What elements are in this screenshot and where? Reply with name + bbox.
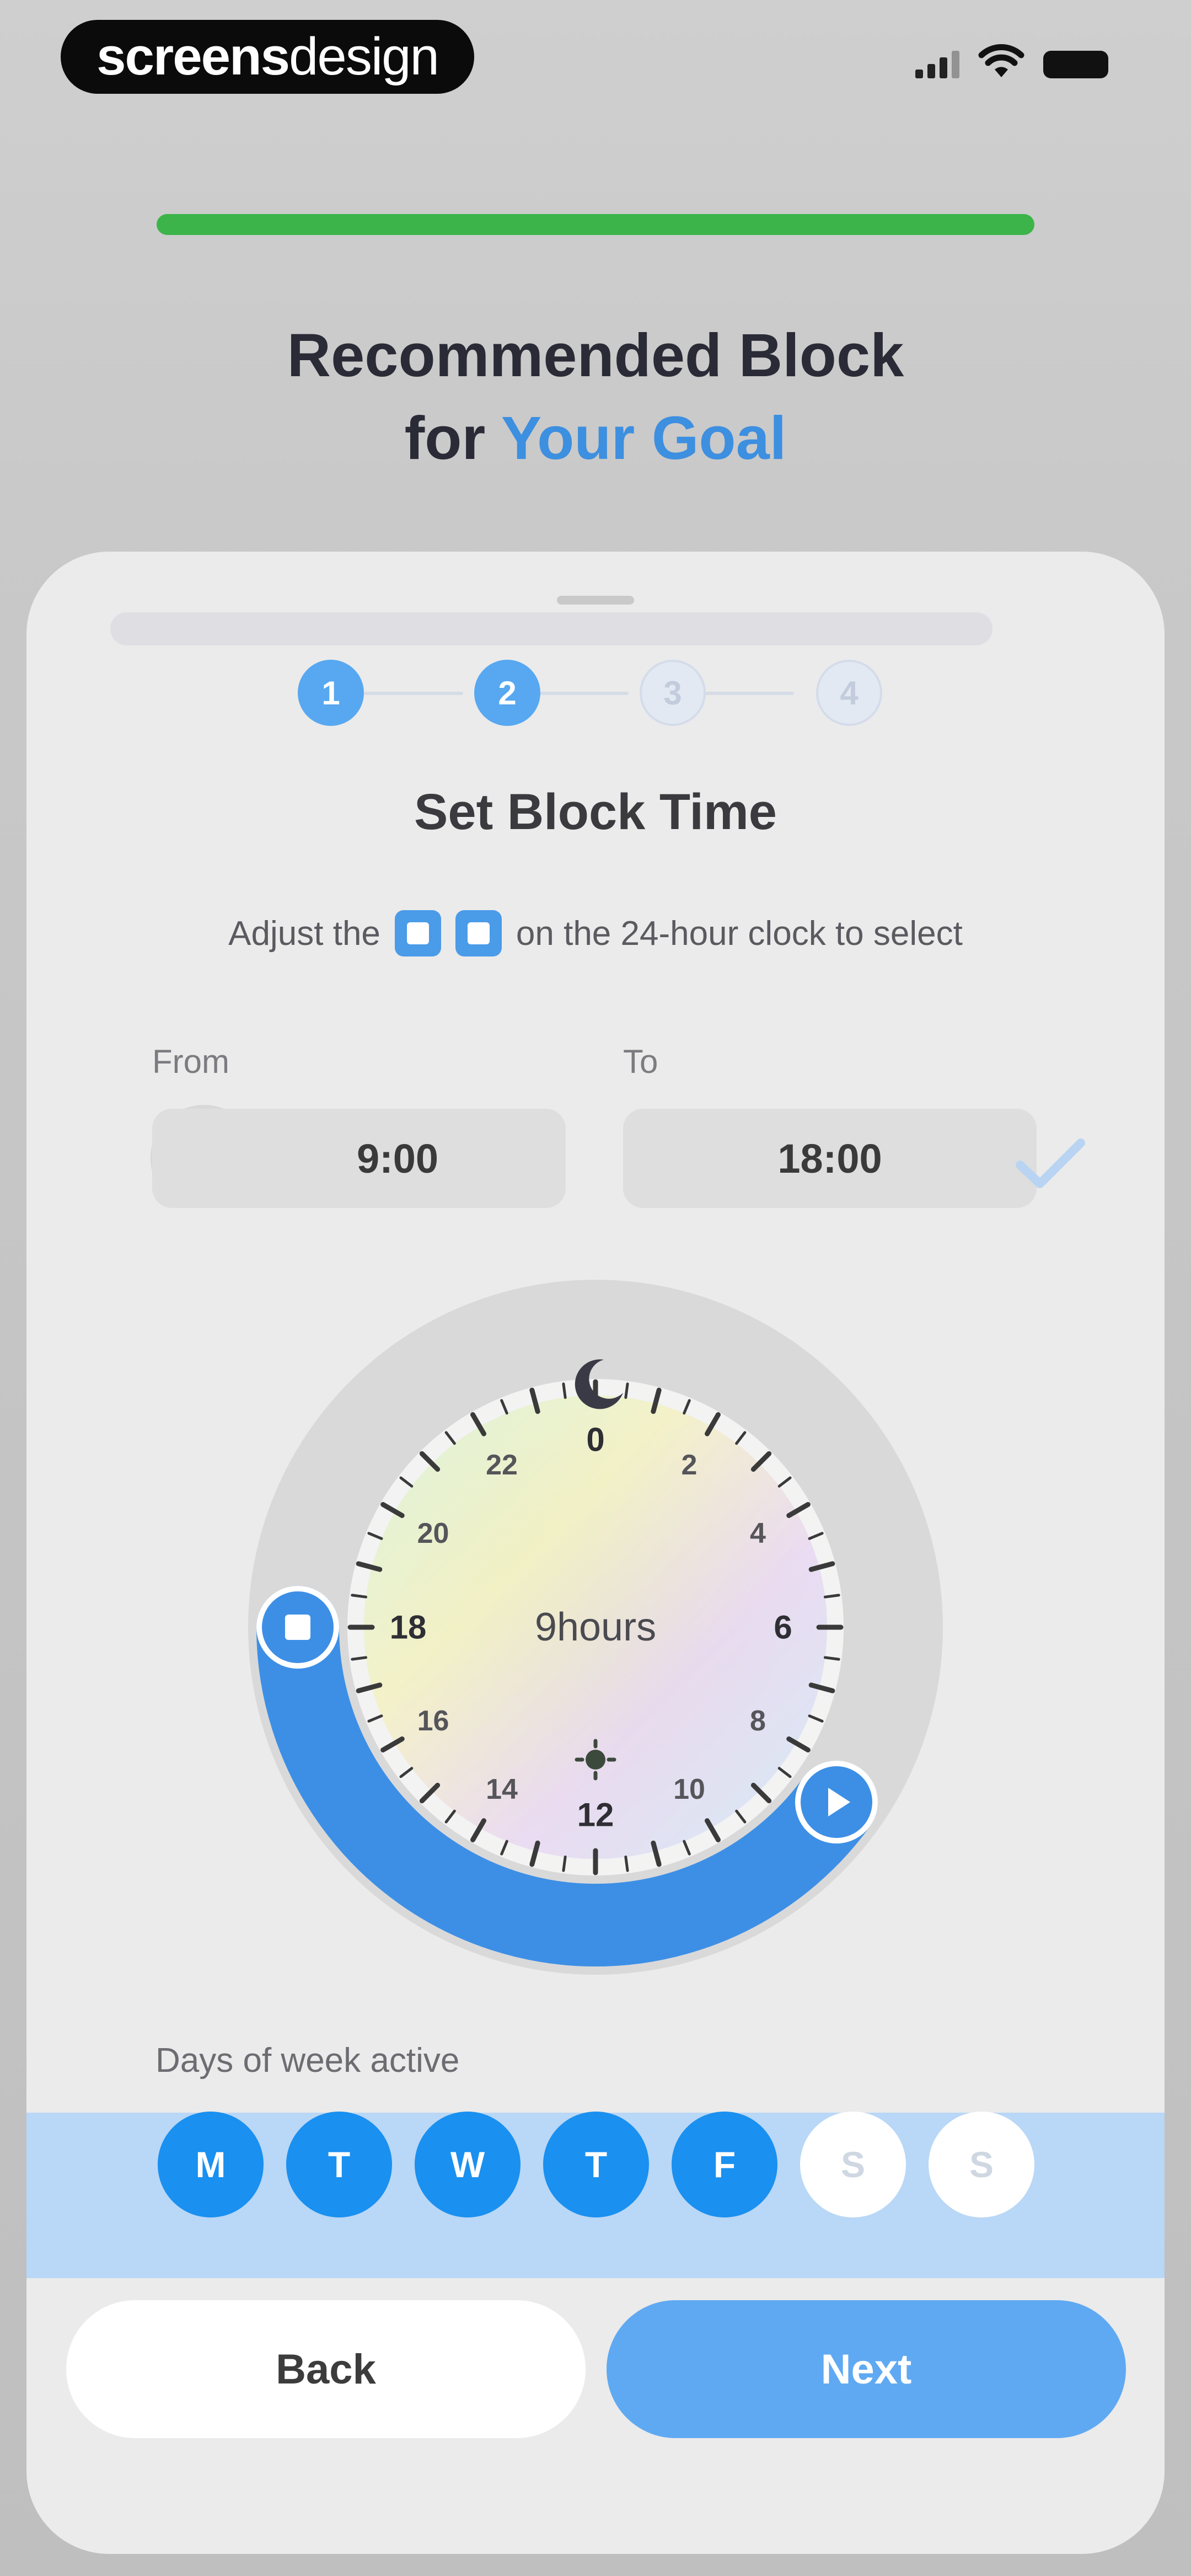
clock-tick <box>823 1656 840 1661</box>
instruction-prefix: Adjust the <box>228 914 380 953</box>
clock-hour-label: 4 <box>749 1517 766 1549</box>
to-time-value: 18:00 <box>777 1135 882 1182</box>
block-start-handle[interactable] <box>795 1761 878 1844</box>
stepper-connector <box>529 692 629 695</box>
page-title-line1: Recommended Block <box>287 322 904 389</box>
start-handle-icon <box>394 910 441 956</box>
to-label: To <box>623 1043 658 1080</box>
block-end-handle[interactable] <box>256 1586 339 1669</box>
day-toggle[interactable]: W <box>415 2112 521 2217</box>
clock-tick <box>624 1855 629 1872</box>
sheet-grabber-handle[interactable] <box>557 596 634 605</box>
end-handle-icon <box>455 910 502 956</box>
status-icons <box>915 44 1108 78</box>
page-title-prefix: for <box>404 404 501 472</box>
clock-hour-label: 2 <box>681 1449 698 1481</box>
clock-hour-label: 10 <box>673 1773 705 1806</box>
clock-tick <box>562 1382 567 1399</box>
day-toggle[interactable]: S <box>800 2112 906 2217</box>
step-4: 4 <box>816 660 882 726</box>
clock-hour-label: 6 <box>774 1608 792 1646</box>
brand-text-bold: screens <box>96 27 290 86</box>
clock-tick <box>624 1382 629 1399</box>
onboarding-progress-bar <box>157 214 1034 235</box>
day-toggle[interactable]: M <box>158 2112 264 2217</box>
day-toggle[interactable]: T <box>543 2112 649 2217</box>
back-button[interactable]: Back <box>66 2300 586 2438</box>
clock-hour-label: 20 <box>417 1517 449 1549</box>
battery-icon <box>1043 51 1108 78</box>
step-3: 3 <box>640 660 706 726</box>
wifi-icon <box>978 44 1024 77</box>
page-title-line2: for Your Goal <box>0 397 1191 480</box>
clock-tick <box>562 1855 567 1872</box>
stop-icon <box>285 1615 310 1640</box>
brand-badge: screens design <box>61 20 474 94</box>
checkmark-icon <box>1016 1139 1085 1188</box>
clock-tick <box>351 1656 368 1661</box>
day-toggle[interactable]: T <box>286 2112 392 2217</box>
next-button[interactable]: Next <box>607 2300 1126 2438</box>
clock-tick <box>351 1594 368 1599</box>
play-icon <box>828 1788 850 1817</box>
brand-text-light: design <box>289 27 439 86</box>
instruction-suffix: on the 24-hour clock to select <box>516 914 963 953</box>
from-time-field[interactable]: 9:00 <box>152 1109 566 1208</box>
from-time-value: 9:00 <box>356 1135 439 1182</box>
clock-hour-label: 0 <box>586 1421 605 1458</box>
day-toggle[interactable]: S <box>929 2112 1034 2217</box>
days-of-week-label: Days of week active <box>155 2041 460 2080</box>
clock-hour-label: 16 <box>417 1705 449 1737</box>
day-toggle[interactable]: F <box>672 2112 777 2217</box>
cellular-signal-icon <box>915 50 959 78</box>
screen: screens design Recommended Block for Your… <box>0 0 1191 2576</box>
step-1: 1 <box>298 660 364 726</box>
clock-hour-label: 12 <box>577 1796 614 1834</box>
instruction-text: Adjust the on the 24-hour clock to selec… <box>0 910 1191 956</box>
clock-hour-label: 22 <box>486 1449 518 1481</box>
to-time-field[interactable]: 18:00 <box>623 1109 1037 1208</box>
clock-tick <box>823 1594 840 1599</box>
clock-hour-label: 14 <box>486 1773 518 1806</box>
duration-label: 9hours <box>534 1605 657 1649</box>
step-2: 2 <box>474 660 540 726</box>
page-title: Recommended Block for Your Goal <box>0 314 1191 480</box>
clock-hour-label: 18 <box>389 1608 427 1646</box>
page-title-accent: Your Goal <box>501 404 787 472</box>
clock-hour-label: 8 <box>749 1705 766 1737</box>
stepper-connector <box>695 692 794 695</box>
stepper-connector <box>364 692 463 695</box>
stepper: 1 2 3 4 <box>298 660 893 726</box>
from-label: From <box>152 1043 229 1080</box>
background-card-placeholder <box>110 612 993 645</box>
sheet-title: Set Block Time <box>414 784 777 840</box>
